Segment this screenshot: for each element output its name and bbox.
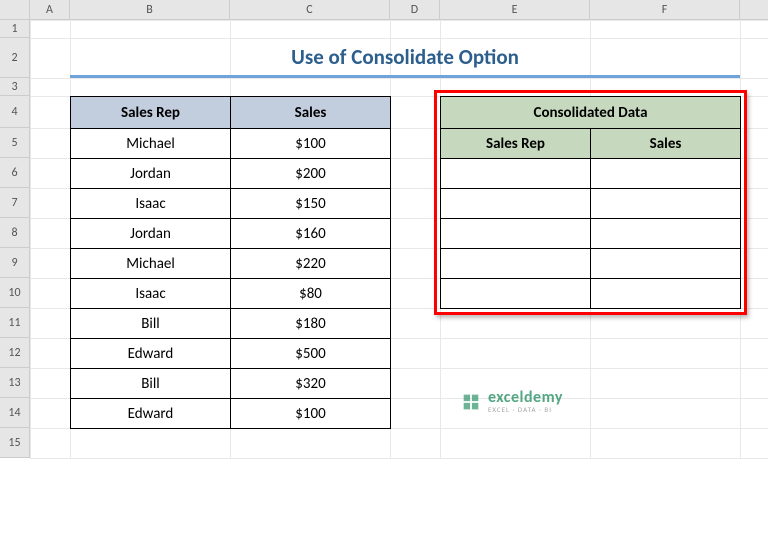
row-header-1[interactable]: 1 [0, 20, 30, 38]
row-header-6[interactable]: 6 [0, 158, 30, 188]
row-header-4[interactable]: 4 [0, 96, 30, 128]
empty-cell[interactable] [591, 219, 741, 249]
table-row: Edward$500 [71, 339, 391, 369]
col-header-f[interactable]: F [590, 0, 740, 19]
table-row [441, 249, 741, 279]
row-header-15[interactable]: 15 [0, 428, 30, 458]
table-row: Jordan$200 [71, 159, 391, 189]
table-row: Isaac$80 [71, 279, 391, 309]
col-header-a[interactable]: A [30, 0, 70, 19]
table2-header: Sales [591, 129, 741, 159]
consolidated-title: Consolidated Data [441, 97, 741, 129]
sales-rep-cell[interactable]: Bill [71, 369, 231, 399]
row-header-13[interactable]: 13 [0, 368, 30, 398]
sales-rep-cell[interactable]: Jordan [71, 159, 231, 189]
select-all-corner[interactable] [0, 0, 30, 20]
table-row [441, 159, 741, 189]
empty-cell[interactable] [591, 189, 741, 219]
table-row: Michael$220 [71, 249, 391, 279]
sales-value-cell[interactable]: $100 [231, 129, 391, 159]
table-row [441, 219, 741, 249]
row-header-14[interactable]: 14 [0, 398, 30, 428]
sales-rep-cell[interactable]: Jordan [71, 219, 231, 249]
sales-value-cell[interactable]: $500 [231, 339, 391, 369]
sales-rep-cell[interactable]: Isaac [71, 279, 231, 309]
row-header-7[interactable]: 7 [0, 188, 30, 218]
empty-cell[interactable] [591, 279, 741, 309]
row-header-3[interactable]: 3 [0, 78, 30, 96]
table-row: Jordan$160 [71, 219, 391, 249]
table-row: Edward$100 [71, 399, 391, 429]
sales-rep-cell[interactable]: Isaac [71, 189, 231, 219]
empty-cell[interactable] [441, 279, 591, 309]
table-row [441, 189, 741, 219]
consolidated-data-highlight: Consolidated Data Sales RepSales [434, 90, 747, 315]
watermark: exceldemy EXCEL · DATA · BI [460, 390, 563, 413]
sales-value-cell[interactable]: $160 [231, 219, 391, 249]
col-header-e[interactable]: E [440, 0, 590, 19]
row-header-12[interactable]: 12 [0, 338, 30, 368]
row-header-9[interactable]: 9 [0, 248, 30, 278]
sales-value-cell[interactable]: $320 [231, 369, 391, 399]
row-header-5[interactable]: 5 [0, 128, 30, 158]
consolidated-table: Consolidated Data Sales RepSales [440, 96, 741, 309]
row-header-8[interactable]: 8 [0, 218, 30, 248]
watermark-sub: EXCEL · DATA · BI [488, 406, 563, 413]
sales-rep-cell[interactable]: Edward [71, 339, 231, 369]
sales-data-table: Sales RepSales Michael$100Jordan$200Isaa… [70, 96, 391, 429]
empty-cell[interactable] [441, 219, 591, 249]
empty-cell[interactable] [591, 249, 741, 279]
watermark-brand: exceldemy [488, 390, 563, 406]
table2-header: Sales Rep [441, 129, 591, 159]
sales-value-cell[interactable]: $200 [231, 159, 391, 189]
table-row: Michael$100 [71, 129, 391, 159]
table-row: Bill$180 [71, 309, 391, 339]
empty-cell[interactable] [591, 159, 741, 189]
page-title: Use of Consolidate Option [70, 38, 740, 78]
col-header-c[interactable]: C [230, 0, 390, 19]
table-row [441, 279, 741, 309]
row-header-10[interactable]: 10 [0, 278, 30, 308]
sales-rep-cell[interactable]: Michael [71, 249, 231, 279]
exceldemy-logo-icon [460, 391, 482, 413]
sales-rep-cell[interactable]: Michael [71, 129, 231, 159]
sales-value-cell[interactable]: $80 [231, 279, 391, 309]
table-row: Isaac$150 [71, 189, 391, 219]
sales-value-cell[interactable]: $150 [231, 189, 391, 219]
row-header-11[interactable]: 11 [0, 308, 30, 338]
sales-value-cell[interactable]: $180 [231, 309, 391, 339]
col-header-d[interactable]: D [390, 0, 440, 19]
table1-header: Sales [231, 97, 391, 129]
empty-cell[interactable] [441, 189, 591, 219]
sales-value-cell[interactable]: $100 [231, 399, 391, 429]
sales-rep-cell[interactable]: Bill [71, 309, 231, 339]
sales-rep-cell[interactable]: Edward [71, 399, 231, 429]
col-header-b[interactable]: B [70, 0, 230, 19]
row-header-2[interactable]: 2 [0, 38, 30, 78]
empty-cell[interactable] [441, 159, 591, 189]
sales-value-cell[interactable]: $220 [231, 249, 391, 279]
table1-header: Sales Rep [71, 97, 231, 129]
empty-cell[interactable] [441, 249, 591, 279]
table-row: Bill$320 [71, 369, 391, 399]
